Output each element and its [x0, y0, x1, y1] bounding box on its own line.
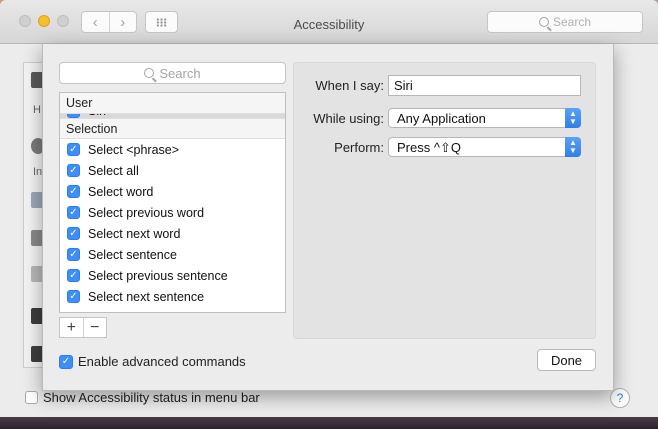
help-button[interactable]: ? — [610, 388, 630, 408]
while-using-value: Any Application — [397, 111, 486, 126]
list-item[interactable]: ✓ Select sentence — [60, 244, 285, 265]
search-icon — [144, 68, 155, 78]
command-detail-panel: When I say: Siri While using: Any Applic… — [293, 62, 596, 339]
dictation-commands-sheet: Search User ✓ Siri Selection ✓ Select <p… — [42, 44, 614, 391]
while-using-label: While using: — [313, 111, 384, 126]
checkmark-icon[interactable]: ✓ — [67, 269, 80, 282]
remove-command-button[interactable]: − — [82, 318, 107, 337]
list-item[interactable]: ✓ Select next sentence — [60, 286, 285, 307]
commands-list[interactable]: User ✓ Siri Selection ✓ Select <phrase> … — [59, 92, 286, 313]
list-item[interactable]: ✓ Select <phrase> — [60, 139, 285, 160]
list-item[interactable]: ✓ Select next word — [60, 223, 285, 244]
sidebar-peek-text-2: In — [33, 166, 43, 178]
show-status-label: Show Accessibility status in menu bar — [43, 390, 260, 405]
add-remove-control: + − — [59, 317, 107, 338]
while-using-popup[interactable]: Any Application ▲ ▼ — [388, 108, 581, 128]
perform-popup[interactable]: Press ^⇧Q ▲ ▼ — [388, 137, 581, 157]
section-header-selection: Selection — [60, 118, 285, 139]
add-command-button[interactable]: + — [60, 318, 83, 337]
checkmark-icon[interactable]: ✓ — [67, 290, 80, 303]
desktop-background — [0, 417, 658, 429]
done-button[interactable]: Done — [537, 349, 596, 371]
commands-search-field[interactable]: Search — [59, 62, 286, 84]
chevron-updown-icon: ▲ ▼ — [565, 108, 581, 128]
checkmark-icon[interactable]: ✓ — [67, 227, 80, 240]
show-status-checkbox[interactable] — [25, 391, 38, 404]
list-item[interactable]: ✓ Select previous word — [60, 202, 285, 223]
window-search-placeholder: Search — [552, 15, 592, 29]
perform-label: Perform: — [334, 140, 384, 155]
section-header-user: User — [60, 93, 285, 114]
list-item[interactable]: ✓ Select word — [60, 181, 285, 202]
checkmark-icon[interactable]: ✓ — [67, 164, 80, 177]
chevron-updown-icon: ▲ ▼ — [565, 137, 581, 157]
title-bar: ‹ › Accessibility Search — [0, 0, 658, 44]
when-i-say-field[interactable]: Siri — [388, 75, 581, 96]
advanced-commands-label: Enable advanced commands — [78, 354, 246, 369]
checkmark-icon[interactable]: ✓ — [67, 185, 80, 198]
list-item[interactable]: ✓ Select previous sentence — [60, 265, 285, 286]
list-item[interactable]: ✓ Select all — [60, 160, 285, 181]
window-search-field[interactable]: Search — [487, 11, 643, 33]
commands-search-placeholder: Search — [159, 65, 201, 81]
checkmark-icon[interactable]: ✓ — [67, 248, 80, 261]
when-i-say-label: When I say: — [315, 78, 384, 93]
sidebar-peek-text-1: H — [33, 104, 41, 116]
search-icon — [538, 17, 549, 27]
checkmark-icon[interactable]: ✓ — [67, 206, 80, 219]
checkmark-icon[interactable]: ✓ — [67, 143, 80, 156]
perform-value: Press ^⇧Q — [397, 140, 461, 155]
advanced-commands-checkbox[interactable]: ✓ — [59, 355, 73, 369]
